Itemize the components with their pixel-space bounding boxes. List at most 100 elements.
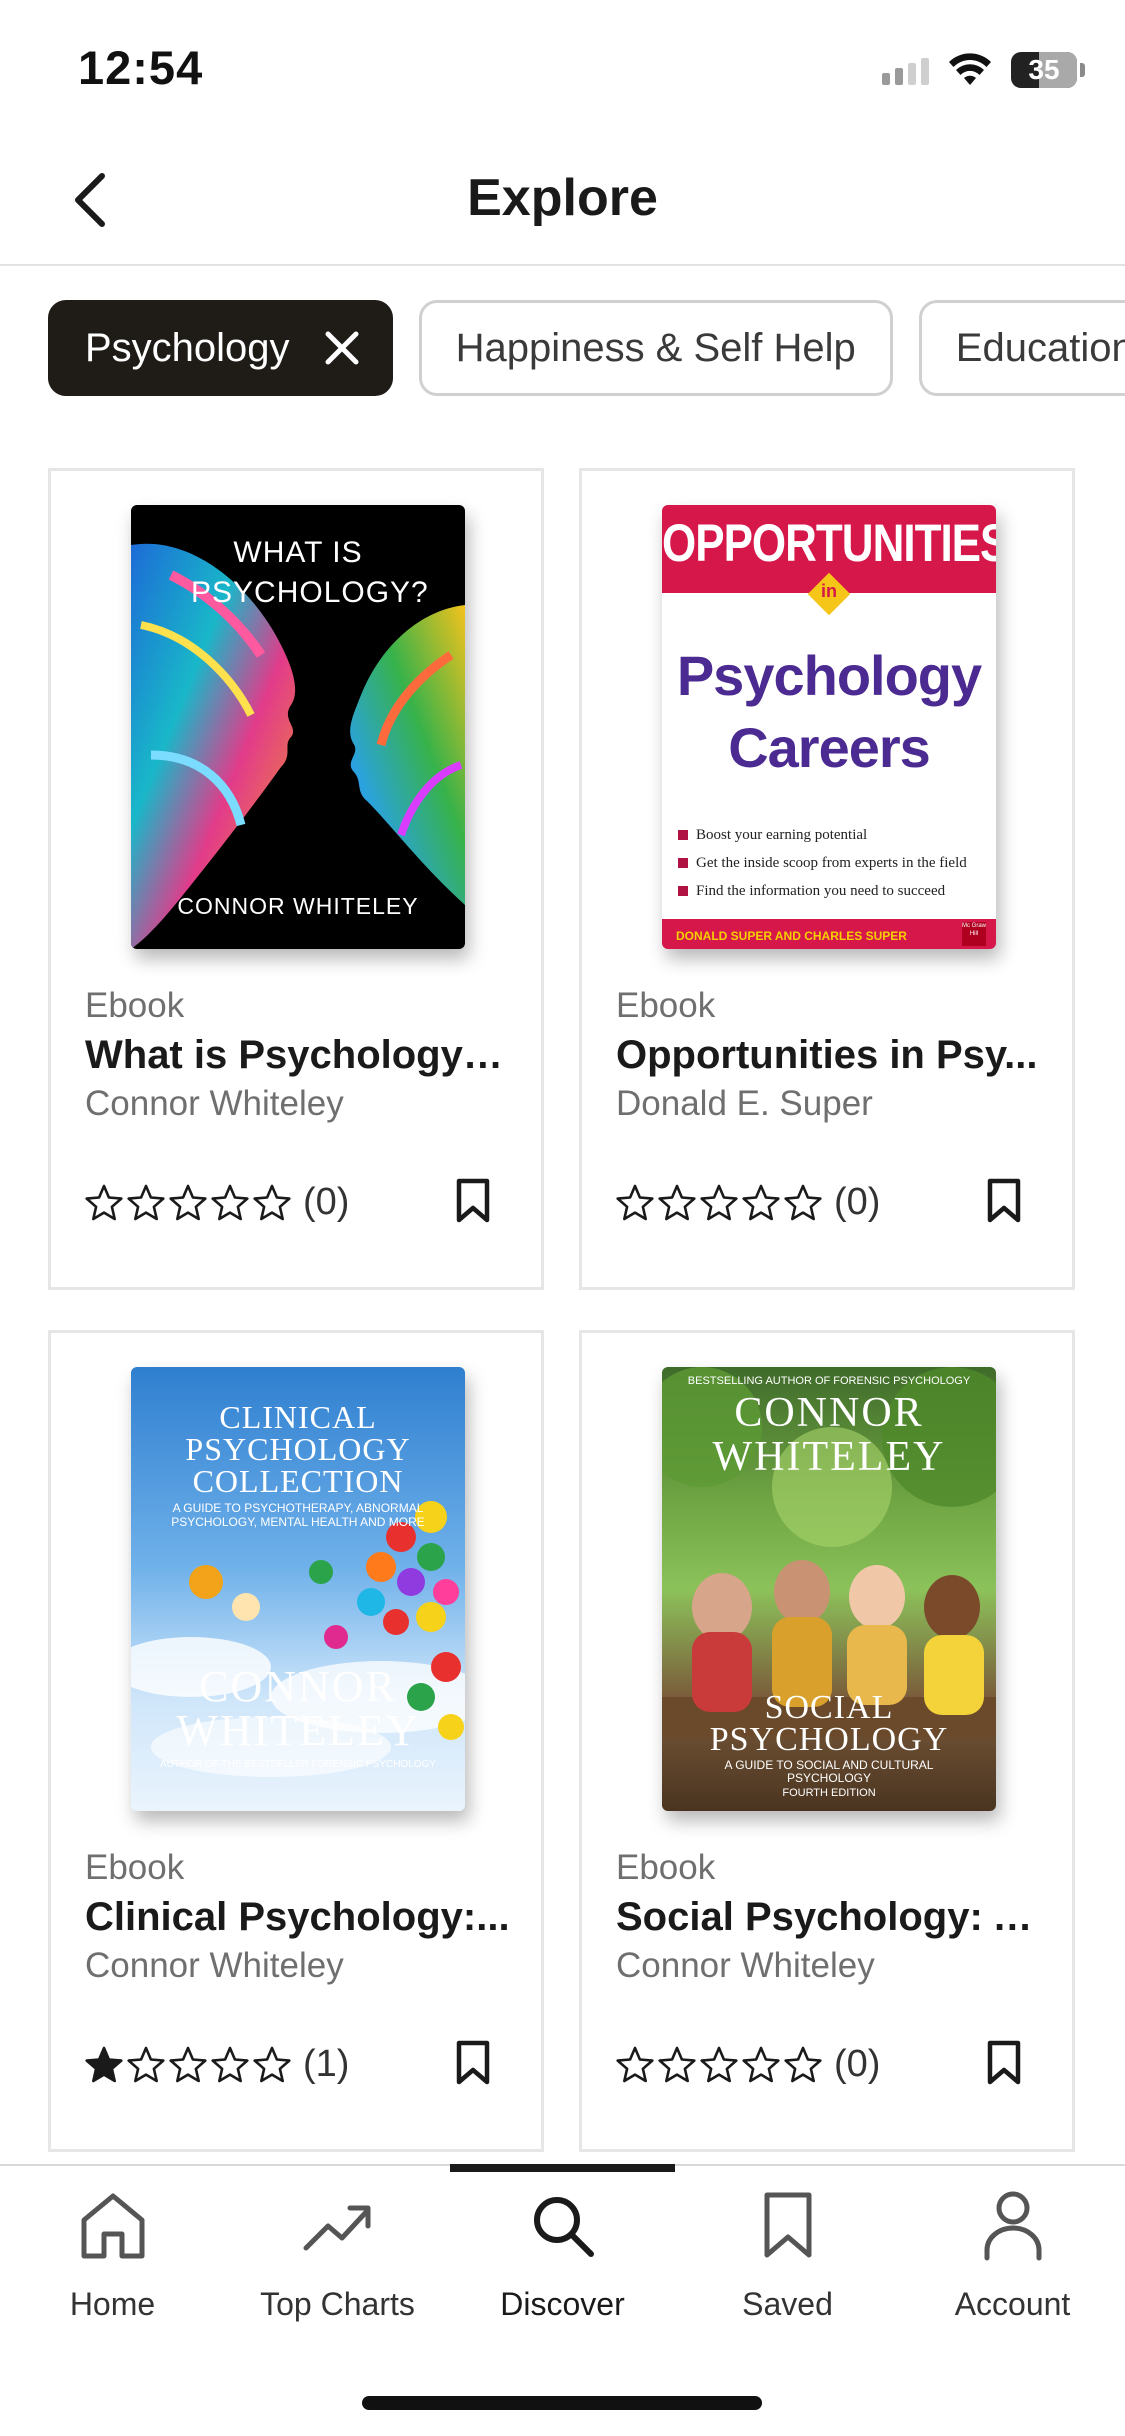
rating-count: (0): [834, 1181, 881, 1223]
cover-title-line1: Psychology: [676, 644, 982, 707]
save-button[interactable]: [976, 1171, 1032, 1231]
cover-in: in: [821, 581, 837, 601]
book-type: Ebook: [616, 986, 716, 1025]
close-icon[interactable]: [320, 326, 364, 370]
bookmark-icon: [987, 2040, 1021, 2085]
chip-education[interactable]: Education: [918, 300, 1125, 396]
chip-label: Happiness & Self Help: [455, 325, 856, 370]
book-author: Connor Whiteley: [85, 1946, 344, 1985]
save-button[interactable]: [445, 2033, 501, 2093]
star-rating: (0): [616, 1181, 880, 1224]
book-card[interactable]: OPPORTUNITIES in Psychology Careers Boos…: [579, 468, 1075, 1290]
cover-title-line2: Careers: [728, 716, 931, 779]
star-empty-icon: [127, 1184, 165, 1222]
star-empty-icon: [742, 1184, 780, 1222]
active-tab-indicator: [450, 2164, 675, 2172]
book-grid: WHAT IS PSYCHOLOGY? CONNOR WHITELEY Eboo…: [48, 468, 1075, 2152]
tab-top-charts[interactable]: Top Charts: [225, 2186, 450, 2323]
star-rating: (0): [85, 1181, 349, 1224]
cover-title-line2: PSYCHOLOGY: [709, 1721, 949, 1758]
star-empty-icon: [616, 1184, 654, 1222]
tab-label: Discover: [500, 2286, 625, 2322]
tab-discover[interactable]: Discover: [450, 2186, 675, 2323]
status-icons: 35: [882, 48, 1085, 92]
star-empty-icon: [169, 1184, 207, 1222]
wifi-icon: [949, 53, 991, 85]
star-empty-icon: [211, 2046, 249, 2084]
nav-header: Explore: [0, 132, 1125, 266]
cover-edition: FOURTH EDITION: [782, 1787, 876, 1799]
tab-label: Account: [954, 2286, 1071, 2322]
cellular-signal-icon: [882, 55, 929, 85]
home-icon: [73, 2186, 153, 2266]
cover-title-line2: PSYCHOLOGY: [185, 1431, 411, 1467]
book-author: Connor Whiteley: [85, 1084, 344, 1123]
cover-author-line2: WHITELEY: [712, 1434, 946, 1480]
book-title: Opportunities in Psy...: [616, 1033, 1038, 1077]
battery-icon: 35: [1011, 52, 1077, 88]
chip-psychology[interactable]: Psychology: [48, 300, 393, 396]
star-empty-icon: [169, 2046, 207, 2084]
star-filled-icon: [85, 2046, 123, 2084]
star-empty-icon: [211, 1184, 249, 1222]
tab-label: Home: [69, 2286, 156, 2322]
book-title: Clinical Psychology:...: [85, 1895, 510, 1939]
book-card[interactable]: WHAT IS PSYCHOLOGY? CONNOR WHITELEY Eboo…: [48, 468, 544, 1290]
star-empty-icon: [658, 1184, 696, 1222]
cover-banner: OPPORTUNITIES: [662, 514, 996, 573]
star-empty-icon: [127, 2046, 165, 2084]
cover-bullet: Boost your earning potential: [678, 821, 982, 849]
book-author: Donald E. Super: [616, 1084, 873, 1123]
star-empty-icon: [742, 2046, 780, 2084]
star-empty-icon: [253, 1184, 291, 1222]
book-type: Ebook: [85, 1848, 185, 1887]
star-empty-icon: [700, 2046, 738, 2084]
save-button[interactable]: [976, 2033, 1032, 2093]
book-card[interactable]: CLINICAL PSYCHOLOGY COLLECTION A GUIDE T…: [48, 1330, 544, 2152]
bookmark-icon: [748, 2186, 828, 2266]
tab-label: Saved: [742, 2286, 833, 2322]
search-icon: [523, 2186, 603, 2266]
star-rating: (0): [616, 2043, 880, 2086]
cover-title-line1: SOCIAL: [764, 1689, 894, 1726]
chip-label: Psychology: [85, 325, 290, 370]
cover-footer: Donald Super and Charles Super: [676, 929, 907, 943]
book-title: What is Psychology?:...: [85, 1033, 521, 1077]
book-cover[interactable]: OPPORTUNITIES in Psychology Careers Boos…: [662, 505, 996, 949]
cover-author: CONNOR WHITELEY: [177, 893, 419, 919]
status-time: 12:54: [78, 41, 204, 94]
cover-title: WHAT IS PSYCHOLOGY?: [191, 536, 429, 609]
rating-count: (0): [834, 2043, 881, 2085]
cover-bullet: Find the information you need to succeed: [678, 877, 982, 905]
star-empty-icon: [616, 2046, 654, 2084]
cover-author-line2: WHITELEY: [176, 1706, 420, 1755]
star-empty-icon: [784, 1184, 822, 1222]
book-card[interactable]: BESTSELLING AUTHOR OF FORENSIC PSYCHOLOG…: [579, 1330, 1075, 2152]
chip-label: Education: [955, 325, 1125, 370]
star-empty-icon: [700, 1184, 738, 1222]
chip-happiness-self-help[interactable]: Happiness & Self Help: [418, 300, 893, 396]
rating-count: (0): [303, 1181, 350, 1223]
bookmark-icon: [456, 1178, 490, 1223]
book-title: Social Psychology: A...: [616, 1895, 1052, 1939]
cover-subtitle: A GUIDE TO SOCIAL AND CULTURAL PSYCHOLOG…: [724, 1758, 934, 1785]
home-indicator: [362, 2396, 762, 2410]
tab-account[interactable]: Account: [900, 2186, 1125, 2323]
save-button[interactable]: [445, 1171, 501, 1231]
cover-subtitle: A GUIDE TO PSYCHOTHERAPY, ABNORMAL PSYCH…: [171, 1501, 425, 1529]
cover-title-line1: CLINICAL: [219, 1399, 377, 1435]
star-empty-icon: [253, 2046, 291, 2084]
book-cover[interactable]: CLINICAL PSYCHOLOGY COLLECTION A GUIDE T…: [131, 1367, 465, 1811]
battery-level: 35: [1028, 54, 1060, 85]
filter-chips: Psychology Happiness & Self Help Educati…: [48, 300, 1125, 396]
cover-author-line1: CONNOR: [734, 1390, 924, 1436]
book-cover[interactable]: WHAT IS PSYCHOLOGY? CONNOR WHITELEY: [131, 505, 465, 949]
cover-title-line3: COLLECTION: [192, 1463, 404, 1499]
book-cover[interactable]: BESTSELLING AUTHOR OF FORENSIC PSYCHOLOG…: [662, 1367, 996, 1811]
bookmark-icon: [456, 2040, 490, 2085]
cover-tagline: AUTHOR OF THE BESTSELLER FORENSIC PSYCHO…: [160, 1759, 436, 1770]
tab-saved[interactable]: Saved: [675, 2186, 900, 2323]
tab-home[interactable]: Home: [0, 2186, 225, 2323]
cover-author-line1: CONNOR: [199, 1662, 397, 1711]
bookmark-icon: [987, 1178, 1021, 1223]
